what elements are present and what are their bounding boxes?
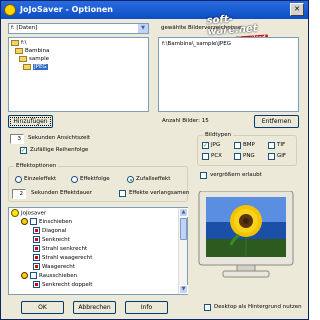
pcx-label: PCX (211, 153, 222, 159)
filetype-group-title: Bildtypen (203, 132, 234, 138)
ok-button[interactable]: OK (21, 301, 64, 314)
effect-tree[interactable]: JoJosaver Einschieben Diagonal Senkrecht… (8, 207, 188, 295)
effect-checkbox[interactable] (33, 254, 40, 261)
desktop-background-checkbox[interactable] (204, 304, 211, 311)
scroll-down-icon[interactable]: ▼ (179, 285, 188, 294)
tree-item[interactable]: Strahl waagerecht (33, 254, 92, 263)
bmp-label: BMP (243, 142, 255, 148)
tree-group[interactable]: Rausschieben (21, 272, 77, 281)
gif-label: GIF (277, 153, 287, 159)
seconds-view-input[interactable]: 3 (10, 134, 24, 144)
tree-item[interactable]: Senkrecht (33, 236, 70, 245)
folder-tree[interactable]: f:\ Bambina sample JPEG (8, 37, 149, 112)
cancel-button[interactable]: Abbrechen (73, 301, 116, 314)
info-button[interactable]: Info (125, 301, 168, 314)
bee-icon (21, 218, 28, 225)
effect-checkbox[interactable] (33, 281, 40, 288)
jpg-checkbox[interactable]: ✓ (202, 142, 209, 149)
folder-icon (23, 63, 31, 70)
png-label: PNG (243, 153, 255, 159)
tree-scrollbar[interactable]: ▲ ▼ (178, 208, 188, 294)
random-effect-radio[interactable] (127, 176, 134, 183)
effect-duration-input[interactable]: 2 (12, 189, 26, 199)
single-effect-radio[interactable] (15, 176, 22, 183)
tree-item[interactable]: Senkrecht doppelt (33, 281, 92, 290)
jpg-label: JPG (211, 142, 221, 148)
tree-item[interactable]: Strahl senkrecht (33, 245, 87, 254)
list-item[interactable]: f:\Bambina\_sample\JPEG (162, 40, 231, 49)
options-window: JoJoSaver - Optionen ✕ soft-ware.net Dow… (0, 0, 309, 320)
smiley-icon (11, 209, 19, 217)
bmp-checkbox[interactable] (234, 142, 241, 149)
random-effect-label: Zufallseffekt (136, 176, 171, 182)
app-icon (4, 4, 16, 16)
desktop-background-label: Desktop als Hintergrund nutzen (214, 304, 302, 310)
effect-duration-label: Sekunden Effektdauer (31, 190, 92, 196)
gif-checkbox[interactable] (268, 153, 275, 160)
effect-checkbox[interactable] (33, 236, 40, 243)
effect-options-group: Effektoptionen Einzeleffekt Effektfolge … (8, 163, 190, 202)
single-effect-label: Einzeleffekt (24, 176, 57, 182)
drive-select-value: f: [Daten] (11, 25, 38, 31)
filetype-group: Bildtypen ✓ JPG BMP TIF PCX PNG GIF (197, 132, 297, 166)
effect-checkbox[interactable] (33, 245, 40, 252)
random-order-label: Zufällige Reihenfolge (30, 147, 89, 153)
add-folder-button[interactable]: Hinzufügen (8, 115, 53, 128)
open-folder-icon (19, 55, 27, 62)
close-button[interactable]: ✕ (290, 3, 304, 16)
preview-monitor (197, 190, 295, 281)
tree-item[interactable]: Waagerecht (33, 263, 75, 272)
enlarge-label: vergrößern erlaubt (210, 172, 262, 178)
watermark-text: soft-ware.net (206, 13, 258, 38)
picture-count: Anzahl Bilder: 15 (162, 118, 209, 124)
open-folder-icon (11, 39, 19, 46)
pcx-checkbox[interactable] (202, 153, 209, 160)
enlarge-checkbox[interactable] (200, 172, 207, 179)
chosen-folders-label: gewählte Bilderverzeichnisse (161, 25, 242, 31)
open-folder-icon (15, 47, 23, 54)
folder-item-selected[interactable]: JPEG (23, 63, 48, 72)
scroll-up-icon[interactable]: ▲ (179, 208, 188, 217)
chevron-down-icon[interactable]: ▼ (138, 24, 148, 33)
slow-effects-label: Effekte verlangsamen (129, 190, 190, 196)
tree-root[interactable]: JoJosaver (11, 209, 46, 218)
effect-sequence-radio[interactable] (71, 176, 78, 183)
drive-select[interactable]: f: [Daten] ▼ (8, 23, 149, 34)
group-checkbox[interactable] (30, 218, 37, 225)
effect-checkbox[interactable] (33, 227, 40, 234)
slow-effects-checkbox[interactable] (119, 190, 126, 197)
effect-options-title: Effektoptionen (14, 163, 59, 169)
tree-item[interactable]: Diagonal (33, 227, 66, 236)
random-order-checkbox[interactable]: ✓ (20, 147, 27, 154)
seconds-view-label: Sekunden Ansichtszeit (28, 135, 91, 141)
chosen-folders-list[interactable]: f:\Bambina\_sample\JPEG (158, 37, 299, 112)
window-title: JoJoSaver - Optionen (20, 5, 113, 14)
effect-sequence-label: Effektfolge (80, 176, 110, 182)
remove-folder-button[interactable]: Entfernen (254, 115, 299, 128)
png-checkbox[interactable] (234, 153, 241, 160)
tif-label: TIF (277, 142, 286, 148)
tree-group[interactable]: Einschieben (21, 218, 72, 227)
scroll-thumb[interactable] (180, 218, 187, 240)
bee-icon (21, 272, 28, 279)
group-checkbox[interactable] (30, 272, 37, 279)
effect-checkbox[interactable] (33, 263, 40, 270)
tif-checkbox[interactable] (268, 142, 275, 149)
